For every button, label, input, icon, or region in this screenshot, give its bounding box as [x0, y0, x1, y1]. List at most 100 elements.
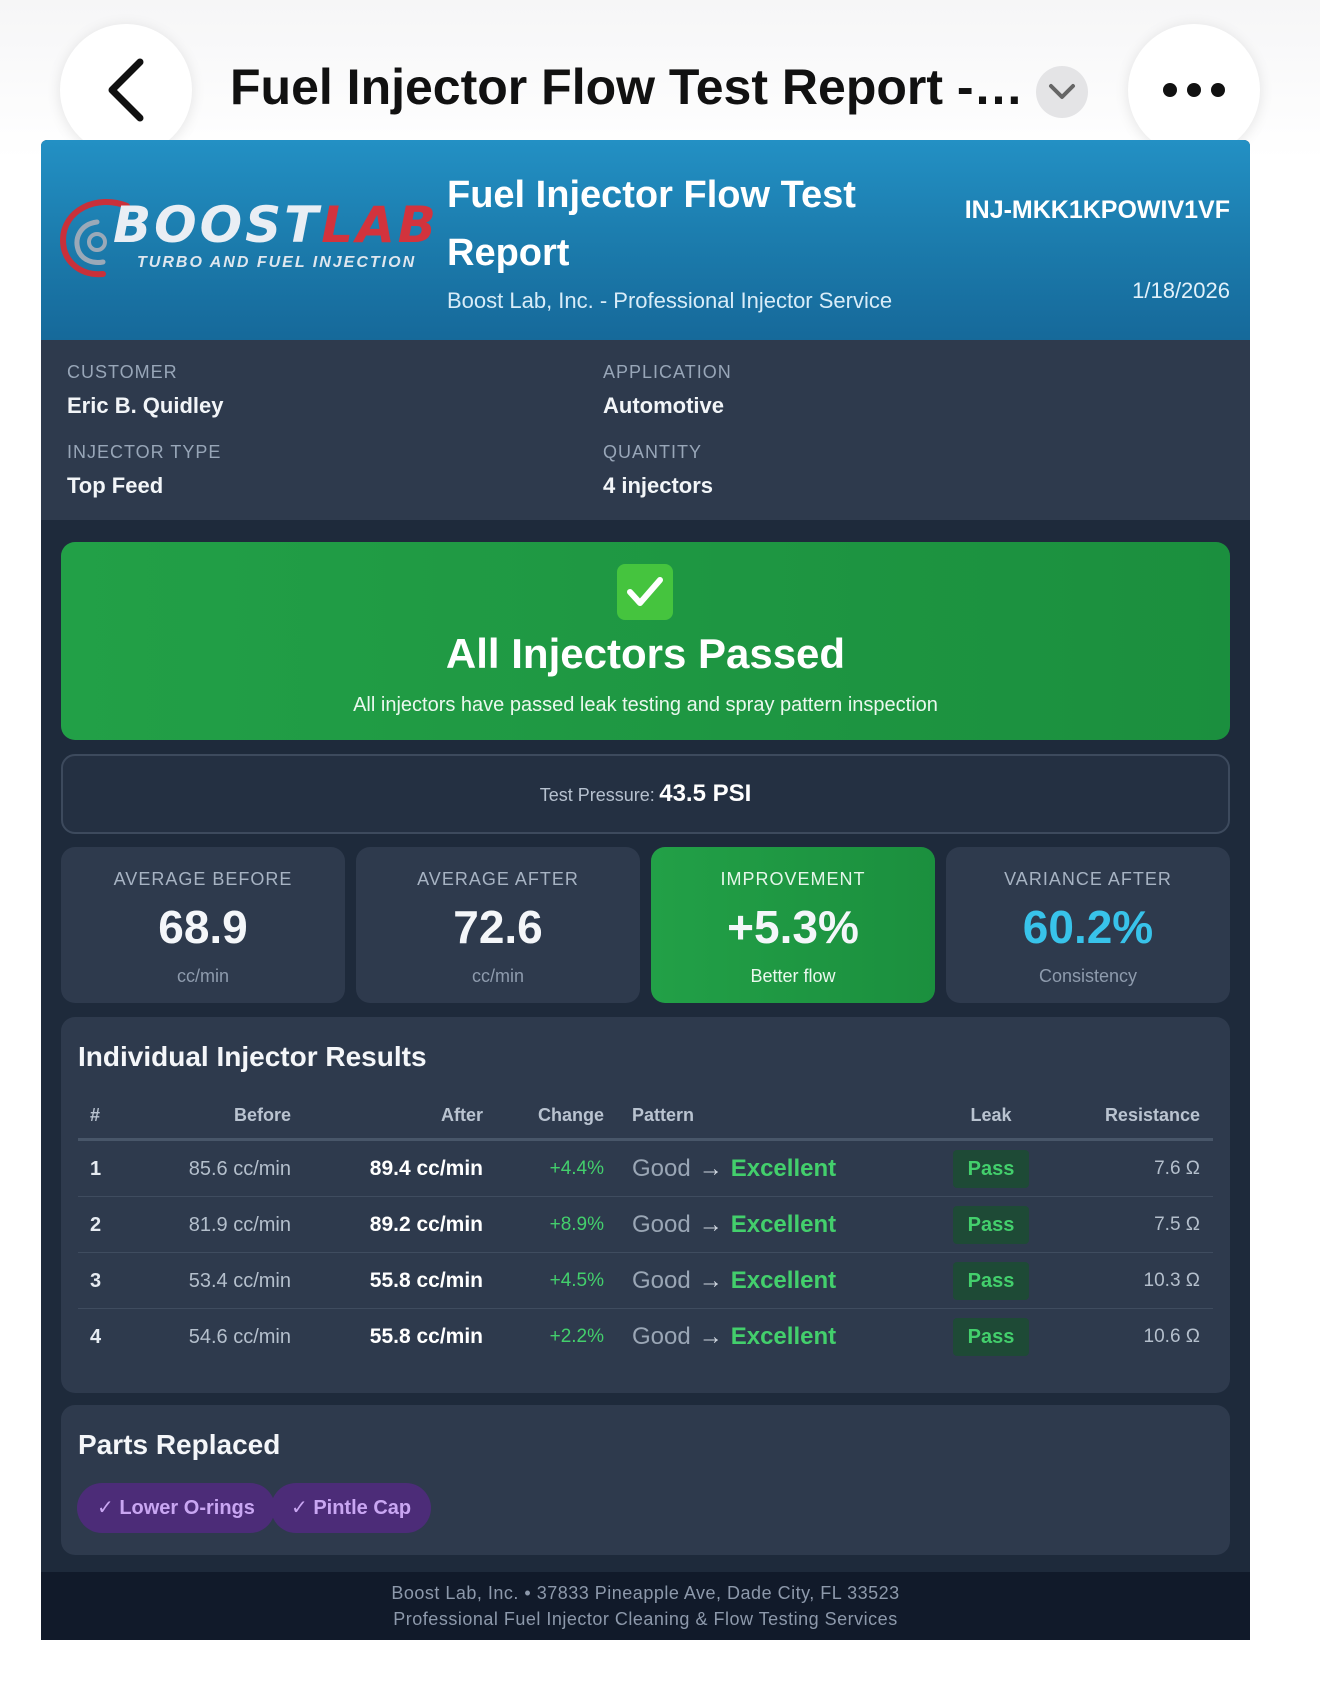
- report-header: BOOSTLAB TURBO AND FUEL INJECTION Fuel I…: [41, 140, 1250, 340]
- test-pressure-label: Test Pressure:: [539, 785, 655, 805]
- more-horizontal-icon: [1163, 83, 1225, 97]
- column-header: Leak: [970, 1105, 1012, 1125]
- flow-after: 89.2 cc/min: [369, 1213, 483, 1236]
- report-title: Fuel Injector Flow Test Report: [447, 174, 856, 274]
- pattern-after: Excellent: [730, 1211, 837, 1238]
- spray-pattern: Good → Excellent: [632, 1309, 836, 1365]
- leak-result: Pass: [953, 1309, 1029, 1365]
- pass-status-banner: All Injectors Passed All injectors have …: [61, 542, 1230, 740]
- column-header: Pattern: [632, 1105, 695, 1125]
- table-header: # Before After Change Pattern Leak Resis…: [78, 1089, 1213, 1141]
- report-document: BOOSTLAB TURBO AND FUEL INJECTION Fuel I…: [41, 140, 1250, 1640]
- injector-number: 3: [90, 1270, 102, 1292]
- customer-field: CUSTOMER Eric B. Quidley: [67, 362, 224, 418]
- check-mark-icon: [617, 564, 673, 620]
- leak-badge: Pass: [953, 1318, 1029, 1356]
- injector-results-panel: Individual Injector Results # Before Aft…: [61, 1017, 1230, 1393]
- leak-result: Pass: [953, 1197, 1029, 1253]
- column-header: #: [90, 1105, 101, 1125]
- part-chip: ✓ Lower O-rings: [77, 1483, 275, 1533]
- boostlab-logo: BOOSTLAB TURBO AND FUEL INJECTION: [57, 192, 467, 282]
- arrow-right-icon: →: [698, 1267, 723, 1294]
- injector-number: 1: [90, 1158, 102, 1180]
- flow-after: 89.4 cc/min: [369, 1157, 483, 1180]
- resistance: 10.3 Ω: [1143, 1270, 1200, 1291]
- table-row: 1 85.6 cc/min 89.4 cc/min +4.4% Good → Excelle…: [78, 1141, 1213, 1197]
- pattern-after: Excellent: [730, 1323, 837, 1350]
- injector-type-field: INJECTOR TYPE Top Feed: [67, 442, 222, 498]
- flow-before: 85.6 cc/min: [188, 1158, 291, 1180]
- customer-info-panel: CUSTOMER Eric B. Quidley APPLICATION Aut…: [41, 340, 1250, 520]
- pattern-after: Excellent: [730, 1267, 837, 1294]
- pattern-before: Good: [632, 1323, 691, 1350]
- flow-change: +2.2%: [549, 1326, 604, 1347]
- pattern-before: Good: [632, 1267, 691, 1294]
- results-table: # Before After Change Pattern Leak Resis…: [78, 1089, 1213, 1365]
- table-body: 1 85.6 cc/min 89.4 cc/min +4.4% Good → Excelle…: [78, 1141, 1213, 1365]
- stat-average-before: AVERAGE BEFORE 68.9 cc/min: [61, 847, 345, 1003]
- pass-title: All Injectors Passed: [445, 630, 846, 677]
- report-id: INJ-MKK1KPOWIV1VF: [964, 196, 1230, 224]
- flow-change: +8.9%: [549, 1214, 604, 1235]
- injector-number: 2: [90, 1214, 102, 1236]
- arrow-right-icon: →: [698, 1211, 723, 1238]
- report-date: 1/18/2026: [1132, 278, 1230, 303]
- more-options-button[interactable]: [1128, 24, 1260, 156]
- footer-address: Boost Lab, Inc. • 37833 Pineapple Ave, D…: [391, 1583, 900, 1603]
- pattern-before: Good: [632, 1155, 691, 1182]
- report-subtitle: Boost Lab, Inc. - Professional Injector …: [447, 288, 893, 313]
- logo-tagline: TURBO AND FUEL INJECTION: [137, 254, 417, 271]
- application-field: APPLICATION Automotive: [603, 362, 732, 418]
- leak-result: Pass: [953, 1253, 1029, 1309]
- resistance: 10.6 Ω: [1143, 1326, 1200, 1347]
- flow-change: +4.5%: [549, 1270, 604, 1291]
- table-row: 4 54.6 cc/min 55.8 cc/min +2.2% Good → Excelle…: [78, 1309, 1213, 1365]
- flow-after: 55.8 cc/min: [369, 1325, 483, 1348]
- chevron-left-icon: [108, 58, 144, 122]
- logo-wordmark: BOOSTLAB: [113, 196, 439, 254]
- top-bar: Fuel Injector Flow Test Report -…: [0, 0, 1320, 160]
- spray-pattern: Good → Excellent: [632, 1253, 836, 1309]
- flow-before: 81.9 cc/min: [188, 1214, 291, 1236]
- window-title: Fuel Injector Flow Test Report -…: [230, 59, 1024, 115]
- spray-pattern: Good → Excellent: [632, 1141, 836, 1197]
- leak-badge: Pass: [953, 1150, 1029, 1188]
- report-footer: Boost Lab, Inc. • 37833 Pineapple Ave, D…: [41, 1572, 1250, 1640]
- pass-subtitle: All injectors have passed leak testing a…: [353, 694, 938, 716]
- test-pressure-value: 43.5 PSI: [659, 780, 752, 807]
- test-pressure-box: Test Pressure: 43.5 PSI: [61, 754, 1230, 834]
- arrow-right-icon: →: [698, 1155, 723, 1182]
- flow-after: 55.8 cc/min: [369, 1269, 483, 1292]
- chevron-down-icon: [1049, 84, 1075, 99]
- resistance: 7.6 Ω: [1154, 1158, 1200, 1179]
- footer-tagline: Professional Fuel Injector Cleaning & Fl…: [393, 1609, 898, 1629]
- column-header: Before: [233, 1105, 291, 1125]
- column-header: After: [440, 1105, 483, 1125]
- flow-change: +4.4%: [549, 1158, 604, 1179]
- column-header: Resistance: [1104, 1105, 1200, 1125]
- column-header: Change: [537, 1105, 604, 1125]
- table-row: 2 81.9 cc/min 89.2 cc/min +8.9% Good → Excelle…: [78, 1197, 1213, 1253]
- spray-pattern: Good → Excellent: [632, 1197, 836, 1253]
- parts-title: Parts Replaced: [78, 1429, 281, 1460]
- stat-improvement: IMPROVEMENT +5.3% Better flow: [651, 847, 935, 1003]
- stat-average-after: AVERAGE AFTER 72.6 cc/min: [356, 847, 640, 1003]
- stat-variance-after: VARIANCE AFTER 60.2% Consistency: [946, 847, 1230, 1003]
- results-title: Individual Injector Results: [78, 1041, 427, 1072]
- parts-replaced-panel: Parts Replaced ✓ Lower O-rings ✓ Pintle …: [61, 1405, 1230, 1555]
- leak-badge: Pass: [953, 1262, 1029, 1300]
- flow-before: 53.4 cc/min: [188, 1270, 291, 1292]
- flow-before: 54.6 cc/min: [188, 1326, 291, 1348]
- quantity-field: QUANTITY 4 injectors: [603, 442, 714, 498]
- back-button[interactable]: [60, 24, 192, 156]
- table-row: 3 53.4 cc/min 55.8 cc/min +4.5% Good → Excelle…: [78, 1253, 1213, 1309]
- arrow-right-icon: →: [698, 1323, 723, 1350]
- part-chip: ✓ Pintle Cap: [271, 1483, 432, 1533]
- pattern-before: Good: [632, 1211, 691, 1238]
- resistance: 7.5 Ω: [1154, 1214, 1200, 1235]
- injector-number: 4: [90, 1326, 102, 1348]
- leak-badge: Pass: [953, 1206, 1029, 1244]
- pattern-after: Excellent: [730, 1155, 837, 1182]
- leak-result: Pass: [953, 1141, 1029, 1197]
- title-dropdown-button[interactable]: [1036, 66, 1088, 118]
